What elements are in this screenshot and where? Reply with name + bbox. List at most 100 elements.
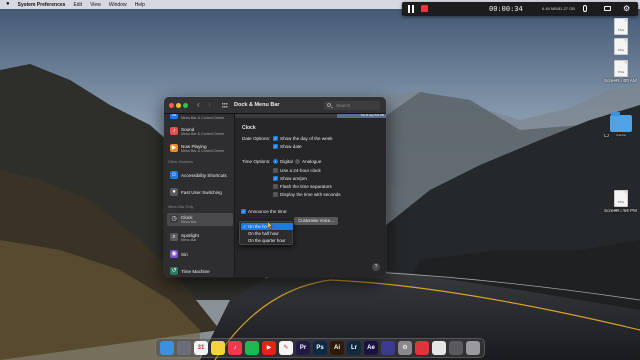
dock-app-youtube[interactable]: ▶ [262, 341, 276, 355]
camera-icon[interactable] [604, 6, 611, 11]
dock-app-downloads[interactable] [449, 341, 463, 355]
apple-menu-icon[interactable]: ● [6, 0, 10, 9]
desktop-folder-lj[interactable]: LJ 4 items [604, 112, 638, 138]
png-file-icon: PNG [614, 18, 628, 35]
menu-bar-preview-clock: Tue 31 Aug 5:21 PM [337, 114, 386, 118]
desktop-file-label: Screen....00 AM [604, 78, 637, 83]
pause-icon[interactable] [408, 5, 414, 13]
sidebar-item-now-playing[interactable]: ▶ Now Playing Menu Bar & Control Centre [167, 142, 233, 155]
customise-voice-button[interactable]: Customise Voice... [294, 217, 338, 225]
dock-app-imovie-like[interactable] [381, 341, 395, 355]
dock-app-chrome[interactable] [432, 341, 446, 355]
show-ampm-checkbox[interactable]: ✓ [273, 176, 278, 181]
sidebar-item-partial[interactable]: ≋ Menu Bar & Control Centre [167, 114, 233, 122]
dock-app-spotify[interactable] [245, 341, 259, 355]
date-options-label: Date Options: [242, 136, 271, 141]
close-window-button[interactable] [169, 103, 174, 108]
menu-bar-preview [235, 114, 337, 118]
show-day-of-week-label: Show the day of the week [280, 136, 333, 141]
minimize-window-button[interactable] [176, 103, 181, 108]
dropdown-option-on-the-quarter-hour[interactable]: On the quarter hour [241, 237, 293, 244]
zoom-window-button[interactable] [183, 103, 188, 108]
search-icon [327, 103, 331, 107]
microphone-icon[interactable] [583, 5, 587, 12]
window-titlebar[interactable]: ‹ › Dock & Menu Bar Search [164, 97, 386, 114]
clock-icon: ◷ [170, 215, 178, 223]
dock-app-drafts[interactable]: ✎ [279, 341, 293, 355]
time-options-label: Time Options: [242, 159, 271, 164]
dock-app-photoshop[interactable]: Ps [313, 341, 327, 355]
flash-separators-label: Flash the time separators [280, 184, 332, 189]
desktop-file-screenshot-1[interactable]: PNG Screen....00 AM 406 × 345 [604, 60, 638, 83]
show-date-checkbox[interactable]: ✓ [273, 144, 278, 149]
time-machine-icon: ↺ [170, 267, 178, 275]
sidebar-item-siri[interactable]: ◉ Siri [167, 248, 233, 261]
show-ampm-label: Show am/pm [280, 176, 307, 181]
back-chevron-icon[interactable]: ‹ [197, 100, 200, 109]
dock-app-screen-recorder[interactable] [415, 341, 429, 355]
use-24-hour-checkbox[interactable] [273, 168, 278, 173]
accessibility-icon: ☺ [170, 171, 178, 179]
clock-heading: Clock [242, 125, 256, 131]
analogue-radio[interactable] [295, 159, 300, 164]
section-label-menu-bar-only: Menu Bar Only [168, 205, 194, 209]
display-seconds-label: Display the time with seconds [280, 192, 341, 197]
stop-recording-button[interactable] [421, 5, 428, 12]
dock-app-launchpad[interactable] [177, 341, 191, 355]
use-24-hour-label: Use a 24-hour clock [280, 168, 321, 173]
dock-app-trash[interactable] [466, 341, 480, 355]
dock-app-after-effects[interactable]: Ae [364, 341, 378, 355]
show-day-of-week-checkbox[interactable]: ✓ [273, 136, 278, 141]
desktop-folder-count: 4 items [616, 133, 626, 137]
search-placeholder: Search [336, 103, 351, 108]
menu-view[interactable]: View [90, 2, 101, 8]
folder-icon [610, 112, 632, 132]
display-seconds-checkbox[interactable] [273, 192, 278, 197]
help-button[interactable]: ? [372, 263, 380, 271]
sidebar-item-clock[interactable]: ◷ Clock Menu Bar [167, 213, 233, 226]
recording-elapsed-time: 00:00:34 [489, 5, 523, 13]
dock-app-calendar[interactable]: 31 [194, 341, 208, 355]
desktop-file-1[interactable]: PNG [604, 18, 638, 36]
sidebar-item-fast-user-switching[interactable]: ● Fast User Switching [167, 186, 233, 199]
sidebar-item-spotlight[interactable]: ⌕ Spotlight Menu Bar [167, 231, 233, 244]
desktop-file-2[interactable]: PNG [604, 38, 638, 56]
search-field[interactable]: Search [324, 101, 380, 110]
desktop-file-screenshot-2[interactable]: PNG Screen....14 PM 406 × 414 [604, 190, 638, 213]
sidebar-item-sound[interactable]: ♪ Sound Menu Bar & Control Centre [167, 125, 233, 138]
digital-radio[interactable] [273, 159, 278, 164]
digital-label: Digital [280, 159, 293, 164]
flash-separators-checkbox[interactable] [273, 184, 278, 189]
show-all-grid-icon[interactable] [222, 103, 228, 108]
section-label-other-modules: Other Modules [168, 160, 193, 164]
menu-edit[interactable]: Edit [73, 2, 82, 8]
mouse-pointer-icon [267, 221, 273, 230]
spotlight-magnifier-icon: ⌕ [170, 233, 178, 241]
sidebar-item-accessibility-shortcuts[interactable]: ☺ Accessibility Shortcuts [167, 169, 233, 182]
desktop-file-label: Screen....14 PM [604, 208, 637, 213]
announce-interval-dropdown[interactable]: ✓ On the hour On the half hour On the qu… [239, 221, 293, 245]
dock-app-premiere-pro[interactable]: Pr [296, 341, 310, 355]
dock: 31 ♪ ▶ ✎ Pr Ps Ai Lr Ae ⚙ [155, 338, 485, 358]
speaker-icon: ♪ [170, 127, 178, 135]
play-pause-icon: ▶ [170, 144, 178, 152]
dock-app-lightroom[interactable]: Lr [347, 341, 361, 355]
dropdown-option-on-the-half-hour[interactable]: On the half hour [241, 230, 293, 237]
dock-app-notes[interactable] [211, 341, 225, 355]
dock-app-finder[interactable] [160, 341, 174, 355]
siri-icon: ◉ [170, 250, 178, 258]
menu-help[interactable]: Help [135, 2, 145, 8]
user-switch-icon: ● [170, 188, 178, 196]
show-date-label: Show date [280, 144, 302, 149]
dock-app-music[interactable]: ♪ [228, 341, 242, 355]
dock-app-illustrator[interactable]: Ai [330, 341, 344, 355]
png-file-icon: PNG [614, 60, 628, 77]
menu-window[interactable]: Window [109, 2, 127, 8]
gear-icon[interactable]: ⚙ [623, 4, 630, 14]
clock-settings-pane: Tue 31 Aug 5:21 PM Clock Date Options: ✓… [235, 114, 386, 277]
sidebar-item-time-machine[interactable]: ↺ Time Machine [167, 265, 233, 277]
menu-app-name[interactable]: System Preferences [18, 2, 66, 8]
forward-chevron-icon[interactable]: › [208, 100, 211, 109]
announce-time-checkbox[interactable]: ✓ [241, 209, 246, 214]
dock-app-system-preferences[interactable]: ⚙ [398, 341, 412, 355]
